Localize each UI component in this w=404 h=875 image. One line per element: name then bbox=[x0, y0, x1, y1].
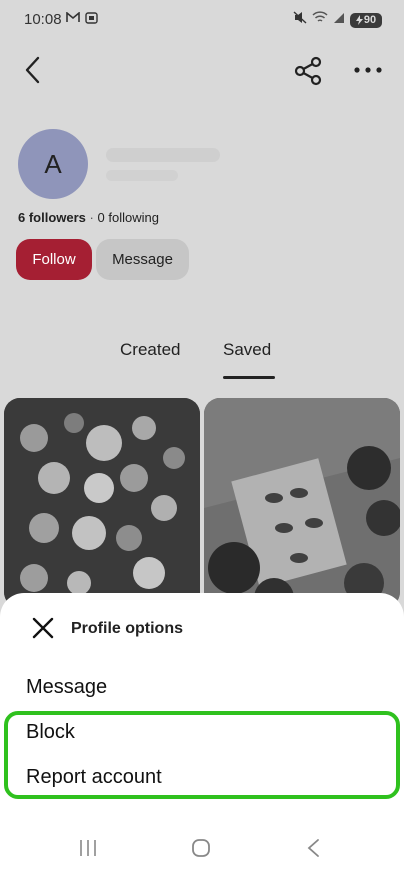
active-tab-indicator bbox=[223, 376, 275, 379]
option-message[interactable]: Message bbox=[26, 676, 107, 699]
follow-button[interactable]: Follow bbox=[16, 239, 92, 280]
share-button[interactable] bbox=[292, 55, 324, 87]
pin-roses-image[interactable] bbox=[4, 398, 200, 608]
followers-count[interactable]: 6 followers bbox=[18, 210, 86, 225]
battery-level: 90 bbox=[363, 14, 377, 26]
wifi-icon bbox=[312, 11, 328, 29]
more-options-button[interactable] bbox=[350, 58, 386, 82]
roses-image bbox=[4, 398, 200, 608]
lipstick-envelope-image bbox=[204, 398, 400, 608]
home-button[interactable] bbox=[191, 838, 211, 863]
back-button[interactable] bbox=[20, 54, 48, 86]
close-icon bbox=[32, 617, 54, 639]
system-back-icon bbox=[307, 839, 319, 857]
tab-created[interactable]: Created bbox=[120, 340, 180, 360]
message-button[interactable]: Message bbox=[96, 239, 189, 280]
stats-separator: · bbox=[89, 210, 94, 225]
signal-icon bbox=[333, 11, 345, 29]
battery-icon: 90 bbox=[350, 12, 382, 28]
tab-saved[interactable]: Saved bbox=[223, 340, 271, 360]
chevron-left-icon bbox=[25, 56, 40, 84]
highlight-box bbox=[4, 711, 400, 799]
status-bar: 10:08 90 bbox=[0, 0, 404, 40]
screenshot-icon bbox=[85, 12, 98, 24]
recent-apps-button[interactable] bbox=[78, 838, 98, 863]
following-count[interactable]: 0 following bbox=[98, 210, 159, 225]
follow-stats: 6 followers · 0 following bbox=[18, 210, 159, 225]
avatar[interactable]: A bbox=[18, 129, 88, 199]
system-back-button[interactable] bbox=[306, 838, 322, 863]
pin-lipstick-image[interactable] bbox=[204, 398, 400, 608]
mute-icon bbox=[293, 11, 307, 29]
gmail-icon bbox=[66, 12, 80, 23]
home-icon bbox=[192, 839, 210, 857]
recent-apps-icon bbox=[80, 840, 96, 856]
status-time: 10:08 bbox=[24, 11, 62, 28]
sheet-title: Profile options bbox=[71, 620, 183, 637]
blurred-username bbox=[106, 170, 178, 181]
blurred-display-name bbox=[106, 148, 220, 162]
more-horizontal-icon bbox=[354, 67, 382, 73]
system-status-icons: 90 bbox=[293, 11, 382, 29]
share-icon bbox=[294, 56, 322, 86]
avatar-initial: A bbox=[44, 148, 62, 179]
close-sheet-button[interactable] bbox=[30, 615, 56, 641]
notification-icons bbox=[66, 12, 98, 24]
system-navigation-bar bbox=[0, 820, 404, 875]
